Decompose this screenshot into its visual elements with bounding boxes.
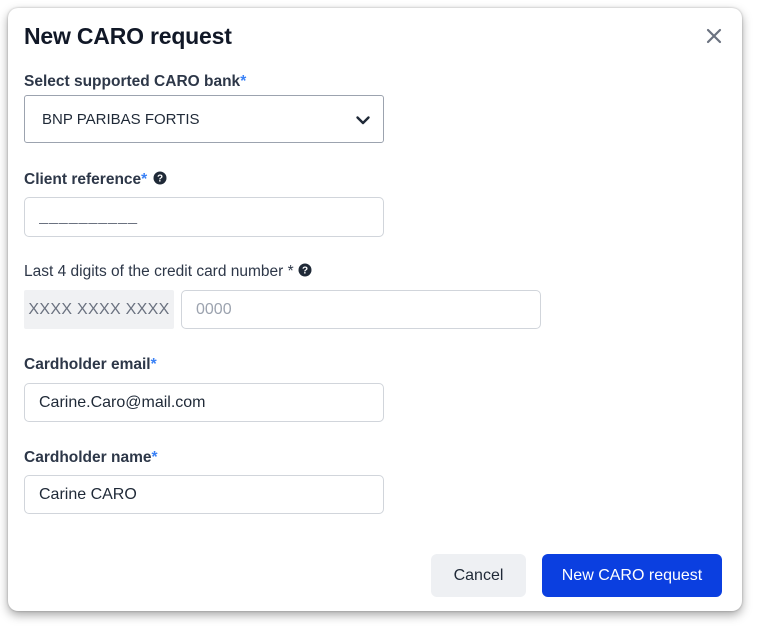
client-reference-label-text: Client reference xyxy=(24,171,142,188)
question-circle-icon[interactable]: ? xyxy=(153,171,167,185)
svg-text:?: ? xyxy=(302,266,308,277)
dialog-title: New CARO request xyxy=(24,23,232,49)
chevron-down-icon xyxy=(356,116,370,125)
cardholder-name-label: Cardholder name* xyxy=(24,449,158,467)
required-mark: * xyxy=(150,356,157,373)
cardholder-email-label: Cardholder email* xyxy=(24,356,157,374)
cardholder-name-input[interactable] xyxy=(24,475,384,514)
new-caro-request-dialog: New CARO request Select supported CARO b… xyxy=(8,8,742,611)
close-icon[interactable] xyxy=(703,25,725,47)
cardholder-name-label-text: Cardholder name xyxy=(24,449,152,466)
bank-label: Select supported CARO bank* xyxy=(24,73,246,91)
cardholder-email-input[interactable] xyxy=(24,383,384,422)
bank-select[interactable]: BNP PARIBAS FORTIS xyxy=(24,95,384,143)
client-reference-input[interactable] xyxy=(24,197,384,237)
bank-select-value: BNP PARIBAS FORTIS xyxy=(42,111,200,128)
card-number-prefix: XXXX XXXX XXXX xyxy=(24,290,174,329)
new-caro-request-button[interactable]: New CARO request xyxy=(542,554,722,597)
required-mark: * xyxy=(141,171,148,188)
svg-text:?: ? xyxy=(157,174,163,185)
card-digits-label-text: Last 4 digits of the credit card number … xyxy=(24,263,294,280)
card-digits-label: Last 4 digits of the credit card number … xyxy=(24,263,312,281)
cancel-button[interactable]: Cancel xyxy=(431,554,526,597)
required-mark: * xyxy=(240,73,247,90)
client-reference-label: Client reference*? xyxy=(24,171,167,189)
cardholder-email-label-text: Cardholder email xyxy=(24,356,151,373)
card-last-digits-input[interactable] xyxy=(181,290,541,329)
bank-label-text: Select supported CARO bank xyxy=(24,73,241,90)
question-circle-icon[interactable]: ? xyxy=(298,263,312,277)
required-mark: * xyxy=(151,449,158,466)
